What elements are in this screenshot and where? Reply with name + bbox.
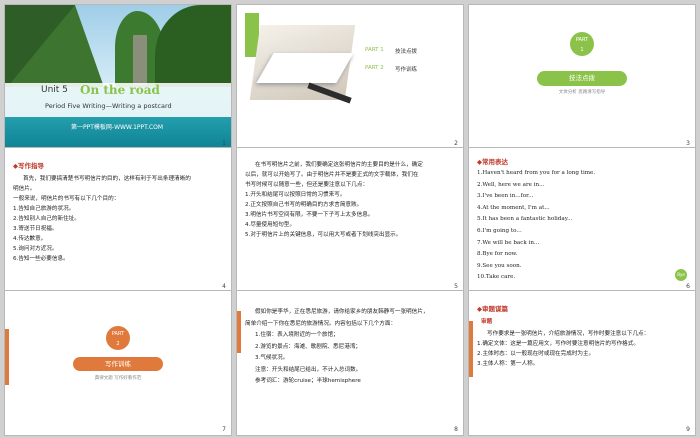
expression: 1.Haven't heard from you for a long time…: [477, 170, 596, 176]
slide-thumbnail-8[interactable]: 假如你是李华，正在悉尼旅游，请你给家乡的朋友韩静写一张明信片， 简单介绍一下你在…: [237, 291, 463, 435]
slide-number: 9: [686, 426, 690, 433]
slide-number: 6: [686, 283, 690, 290]
orange-accent: [469, 321, 473, 377]
slide-number: 4: [222, 283, 226, 290]
part-label: PART: [575, 37, 589, 43]
expression: 5.It has been a fantastic holiday...: [477, 216, 573, 223]
section-bar: 技法点拨: [537, 71, 627, 86]
line: 参考词汇：游轮cruise；半球hemisphere: [255, 378, 361, 384]
section-heading: ◆写作指导: [13, 162, 44, 170]
expression: 9.See you soon.: [477, 262, 522, 269]
line: 5.对于明信片上的关键信息，可以用大写或者下划线突出显示。: [245, 232, 402, 238]
line: 1.住宿：表入境附近的一个旅馆；: [255, 332, 339, 338]
sub-heading: 审题: [481, 319, 493, 325]
line: 6.告知一些必要信息。: [13, 256, 69, 262]
part2-label: PART 2: [365, 65, 384, 71]
line: 5.询问对方近况。: [13, 246, 58, 252]
line: 简单介绍一下你在悉尼的旅游情况。内容包括以下几个方面：: [245, 320, 397, 327]
line: 1.告知自己旅游的状况。: [13, 206, 75, 212]
line: 3.寄送节日祝福。: [13, 226, 58, 232]
line: 书写时候可以随意一些，但还是要注意以下几点：: [245, 182, 369, 188]
slide-thumbnail-6[interactable]: ◆常用表达 1.Haven't heard from you for a lon…: [469, 148, 695, 292]
slide-thumbnail-7[interactable]: PART 2 写作训练 典律文题 写作好看作范 7: [5, 291, 231, 435]
line: 3.主体人称：第一人称。: [477, 361, 539, 367]
slide-title: On the road: [80, 83, 160, 97]
expression: 8.Bye for now.: [477, 251, 518, 258]
line: 注意：开头和结尾已给出，不计入总词数。: [255, 366, 362, 373]
body-text: 在书写明信片之前，我们要确定这张明信片的主要目的是什么，确定 以后，就可以开始写…: [245, 160, 459, 240]
line: 以后，就可以开始写了。由于明信片并不是要正式的文字载体，我们在: [245, 172, 419, 178]
section-subtitle: 典律文题 写作好看作范: [94, 376, 142, 381]
line: 2.告知别人自己的新住址。: [13, 216, 80, 222]
line: 明信片。: [13, 186, 36, 192]
line: 3.气候状况。: [255, 355, 289, 361]
expression: 4.At the moment, I'm at...: [477, 204, 550, 211]
bye-badge: Bye for now: [675, 269, 687, 289]
part-label: PART: [111, 331, 125, 337]
unit-label: Unit 5: [41, 85, 68, 95]
expression-list: 1.Haven't heard from you for a long time…: [477, 168, 677, 284]
slide-number: 1: [222, 140, 226, 147]
section-heading: ◆审题谋篇: [477, 305, 508, 313]
slide-number: 5: [454, 283, 458, 290]
slide-thumbnail-1[interactable]: Unit 5 On the road Period Five Writing—W…: [5, 5, 231, 149]
orange-accent: [237, 311, 241, 353]
line: 1.开头和结尾可以按照日常的习惯来写。: [245, 192, 346, 198]
part2-item: 写作训练: [395, 67, 418, 73]
body-text: 假如你是李华，正在悉尼旅游，请你给家乡的朋友韩静写一张明信片， 简单介绍一下你在…: [245, 307, 459, 388]
part1-item: 技法点拨: [395, 49, 418, 55]
slide-thumbnail-9[interactable]: ◆审题谋篇 审题 写作要求是一张明信片，介绍旅游情况，写作时要注意以下几点： 1…: [469, 291, 695, 435]
line: 写作要求是一张明信片，介绍旅游情况，写作时要注意以下几点：: [487, 331, 650, 337]
line: 假如你是李华，正在悉尼旅游，请你给家乡的朋友韩静写一张明信片，: [255, 309, 429, 315]
expression: 10.Take care.: [477, 274, 516, 281]
expression: 7.We will be back in...: [477, 239, 540, 246]
section-bar: 写作训练: [73, 357, 163, 371]
line: 4.传达歉意。: [13, 236, 47, 242]
body-text: 写作要求是一张明信片，介绍旅游情况，写作时要注意以下几点： 1.确定文体：这是一…: [477, 329, 691, 369]
body-text: 首先，我们要搞清楚书写明信片的目的，这样有利于写出条理清晰的 明信片。 一般来说…: [13, 174, 227, 264]
part-number: 1: [580, 47, 584, 53]
part-circle: PART 1: [570, 32, 594, 56]
line: 1.确定文体：这是一篇应用文，写作时要注意明信片的写作格式。: [477, 341, 639, 347]
part1-label: PART 1: [365, 47, 384, 53]
slide-thumbnail-4[interactable]: ◆写作指导 首先，我们要搞清楚书写明信片的目的，这样有利于写出条理清晰的 明信片…: [5, 148, 231, 292]
section-heading: ◆常用表达: [477, 158, 508, 166]
slide-thumbnail-3[interactable]: PART 1 技法点拨 文体分析 思路清写指导 3: [469, 5, 695, 149]
cliff-left: [5, 5, 105, 90]
slide-number: 2: [454, 140, 458, 147]
watermark-text: 第一PPT模板网-WWW.1PPT.COM: [71, 124, 164, 131]
rock-face: [133, 35, 147, 85]
line: 首先，我们要搞清楚书写明信片的目的，这样有利于写出条理清晰的: [23, 176, 191, 182]
slide-thumbnail-2[interactable]: PART 1 技法点拨 PART 2 写作训练 2: [237, 5, 463, 149]
slide-number: 8: [454, 426, 458, 433]
slide-number: 7: [222, 426, 226, 433]
part-number: 2: [116, 341, 120, 347]
section-subtitle: 文体分析 思路清写指导: [558, 90, 606, 95]
line: 2.主体时态：以一般现在时或现在完成时为主。: [477, 351, 595, 357]
line: 2.正文按照自己书写的明确目的方求言简意赅。: [245, 202, 363, 208]
slide-number: 3: [686, 140, 690, 147]
line: 2.游览的景点：海滩、歌剧院、悉尼港湾；: [255, 343, 362, 350]
period-subtitle: Period Five Writing—Writing a postcard: [45, 102, 172, 110]
line: 一般来说，明信片的书写有以下几个目的：: [13, 196, 120, 202]
line: 4.尽量使用短句型。: [245, 222, 296, 228]
expression: 2.Well, here we are in...: [477, 181, 545, 188]
expression: 3.I've been in...for...: [477, 193, 534, 200]
part-circle: PART 2: [106, 326, 130, 350]
line: 在书写明信片之前，我们要确定这张明信片的主要目的是什么，确定: [255, 162, 423, 168]
line: 3.明信片书写空间有限，不要一下子写上太多信息。: [245, 212, 374, 218]
expression: 6.I'm going to...: [477, 227, 522, 234]
slide-thumbnail-5[interactable]: 在书写明信片之前，我们要确定这张明信片的主要目的是什么，确定 以后，就可以开始写…: [237, 148, 463, 292]
